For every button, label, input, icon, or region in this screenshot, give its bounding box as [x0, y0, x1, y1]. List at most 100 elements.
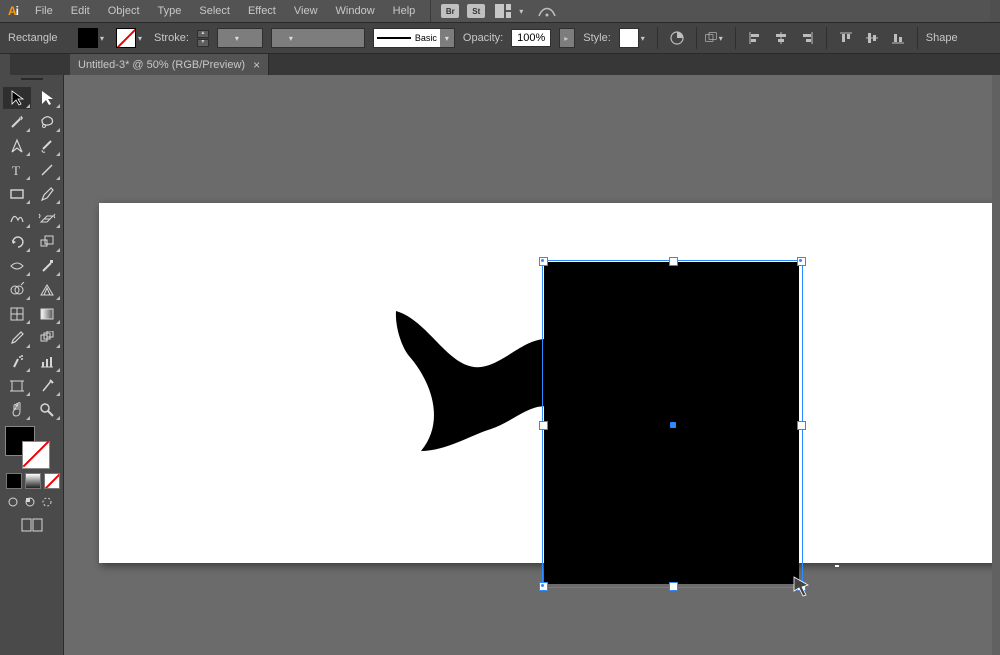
selection-handle-n[interactable] — [669, 257, 678, 266]
pen-tool[interactable] — [3, 135, 31, 157]
color-mode-gradient[interactable] — [25, 473, 41, 489]
selection-handle-sw[interactable] — [539, 582, 548, 591]
recolor-artwork-button[interactable] — [666, 27, 688, 49]
scale-tool[interactable] — [33, 231, 61, 253]
lasso-tool[interactable] — [33, 111, 61, 133]
align-top-button[interactable] — [835, 27, 857, 49]
align-to-button[interactable]: ▾ — [705, 27, 727, 49]
tools-grid: T — [0, 83, 63, 421]
blend-tool[interactable] — [33, 327, 61, 349]
menubar-divider — [430, 0, 431, 22]
color-mode-none[interactable] — [44, 473, 60, 489]
tools-panel: T — [0, 75, 64, 655]
controlbar-divider — [826, 27, 827, 49]
selection-handle-e[interactable] — [797, 421, 806, 430]
graphic-style-dropdown[interactable]: ▾ — [619, 28, 649, 48]
document-tab[interactable]: Untitled-3* @ 50% (RGB/Preview) × — [70, 54, 269, 76]
eyedropper-tool[interactable] — [3, 327, 31, 349]
align-right-button[interactable] — [796, 27, 818, 49]
stroke-weight-stepper[interactable]: ▴ ▾ — [197, 30, 209, 47]
menu-select[interactable]: Select — [190, 0, 239, 22]
draw-inside-button[interactable] — [40, 495, 54, 509]
line-segment-tool[interactable] — [33, 159, 61, 181]
stroke-swatch-button[interactable]: ▾ — [116, 28, 146, 48]
menu-object[interactable]: Object — [99, 0, 149, 22]
rotate-tool[interactable] — [3, 231, 31, 253]
selection-handle-ne[interactable] — [797, 257, 806, 266]
selection-handle-nw[interactable] — [539, 257, 548, 266]
selection-bounding-box[interactable] — [542, 260, 803, 588]
opacity-input[interactable]: 100% — [511, 29, 551, 47]
align-bottom-button[interactable] — [887, 27, 909, 49]
brush-preview: Basic — [374, 29, 440, 47]
bridge-icon[interactable]: Br — [441, 4, 459, 18]
shaper-tool[interactable] — [3, 207, 31, 229]
rectangle-tool[interactable] — [3, 183, 31, 205]
align-hcenter-button[interactable] — [770, 27, 792, 49]
menu-window[interactable]: Window — [327, 0, 384, 22]
gradient-tool[interactable] — [33, 303, 61, 325]
draw-behind-button[interactable] — [23, 495, 37, 509]
direct-selection-tool[interactable] — [33, 87, 61, 109]
stepper-down-icon: ▾ — [197, 39, 209, 47]
menu-help[interactable]: Help — [384, 0, 425, 22]
align-vcenter-button[interactable] — [861, 27, 883, 49]
artboard-tool[interactable] — [3, 375, 31, 397]
brush-definition-dropdown[interactable]: Basic ▾ — [373, 28, 455, 48]
vector-shape-blob[interactable] — [391, 301, 561, 464]
zoom-tool[interactable] — [33, 399, 61, 421]
controlbar-divider — [696, 27, 697, 49]
fill-stroke-indicator[interactable] — [0, 427, 63, 467]
menu-file[interactable]: File — [26, 0, 62, 22]
stock-icon[interactable]: St — [467, 4, 485, 18]
selection-handle-w[interactable] — [539, 421, 548, 430]
variable-width-profile-dropdown[interactable]: ▾ — [271, 28, 365, 48]
opacity-dropdown-arrow[interactable]: ▸ — [559, 28, 575, 48]
menu-bar: Ai File Edit Object Type Select Effect V… — [0, 0, 1000, 23]
chevron-down-icon: ▾ — [138, 34, 142, 43]
fill-swatch-button[interactable]: ▾ — [78, 28, 108, 48]
draw-normal-button[interactable] — [6, 495, 20, 509]
hand-tool[interactable] — [3, 399, 31, 421]
stroke-weight-dropdown[interactable]: ▾ — [217, 28, 263, 48]
app-logo[interactable]: Ai — [0, 0, 26, 22]
document-tab-title: Untitled-3* @ 50% (RGB/Preview) — [78, 59, 245, 71]
width-tool[interactable] — [3, 255, 31, 277]
selection-handle-s[interactable] — [669, 582, 678, 591]
control-bar: Rectangle ▾ ▾ Stroke: ▴ ▾ ▾ ▾ Basic ▾ Op… — [0, 23, 1000, 54]
close-icon[interactable]: × — [253, 58, 260, 72]
free-transform-tool[interactable] — [33, 255, 61, 277]
gpu-preview-icon[interactable] — [537, 4, 557, 18]
selection-center-dot[interactable] — [670, 422, 676, 428]
shape-builder-tool[interactable] — [3, 279, 31, 301]
slice-tool[interactable] — [33, 375, 61, 397]
mesh-tool[interactable] — [3, 303, 31, 325]
selection-tool[interactable] — [3, 87, 31, 109]
color-mode-solid[interactable] — [6, 473, 22, 489]
paintbrush-tool[interactable] — [33, 183, 61, 205]
valign-buttons-group — [835, 27, 909, 49]
tools-panel-grip[interactable] — [0, 75, 63, 83]
canvas-viewport[interactable] — [64, 75, 1000, 655]
brush-line-icon — [377, 37, 411, 39]
type-tool[interactable]: T — [3, 159, 31, 181]
magic-wand-tool[interactable] — [3, 111, 31, 133]
menu-view[interactable]: View — [285, 0, 327, 22]
eraser-tool[interactable] — [33, 207, 61, 229]
stroke-color-box[interactable] — [22, 441, 50, 469]
menu-effect[interactable]: Effect — [239, 0, 285, 22]
fill-swatch-icon — [78, 28, 98, 48]
chevron-down-icon: ▾ — [230, 34, 244, 43]
symbol-sprayer-tool[interactable] — [3, 351, 31, 373]
shape-mode-label[interactable]: Shape — [926, 32, 958, 44]
align-left-button[interactable] — [744, 27, 766, 49]
screen-mode-button[interactable] — [0, 517, 63, 533]
menu-type[interactable]: Type — [149, 0, 191, 22]
menu-edit[interactable]: Edit — [62, 0, 99, 22]
perspective-grid-tool[interactable] — [33, 279, 61, 301]
arrange-documents-button[interactable]: ▾ — [495, 4, 527, 18]
graphic-style-label: Style: — [583, 32, 611, 44]
curvature-tool[interactable] — [33, 135, 61, 157]
column-graph-tool[interactable] — [33, 351, 61, 373]
artboard-edge-indicator — [835, 565, 839, 567]
